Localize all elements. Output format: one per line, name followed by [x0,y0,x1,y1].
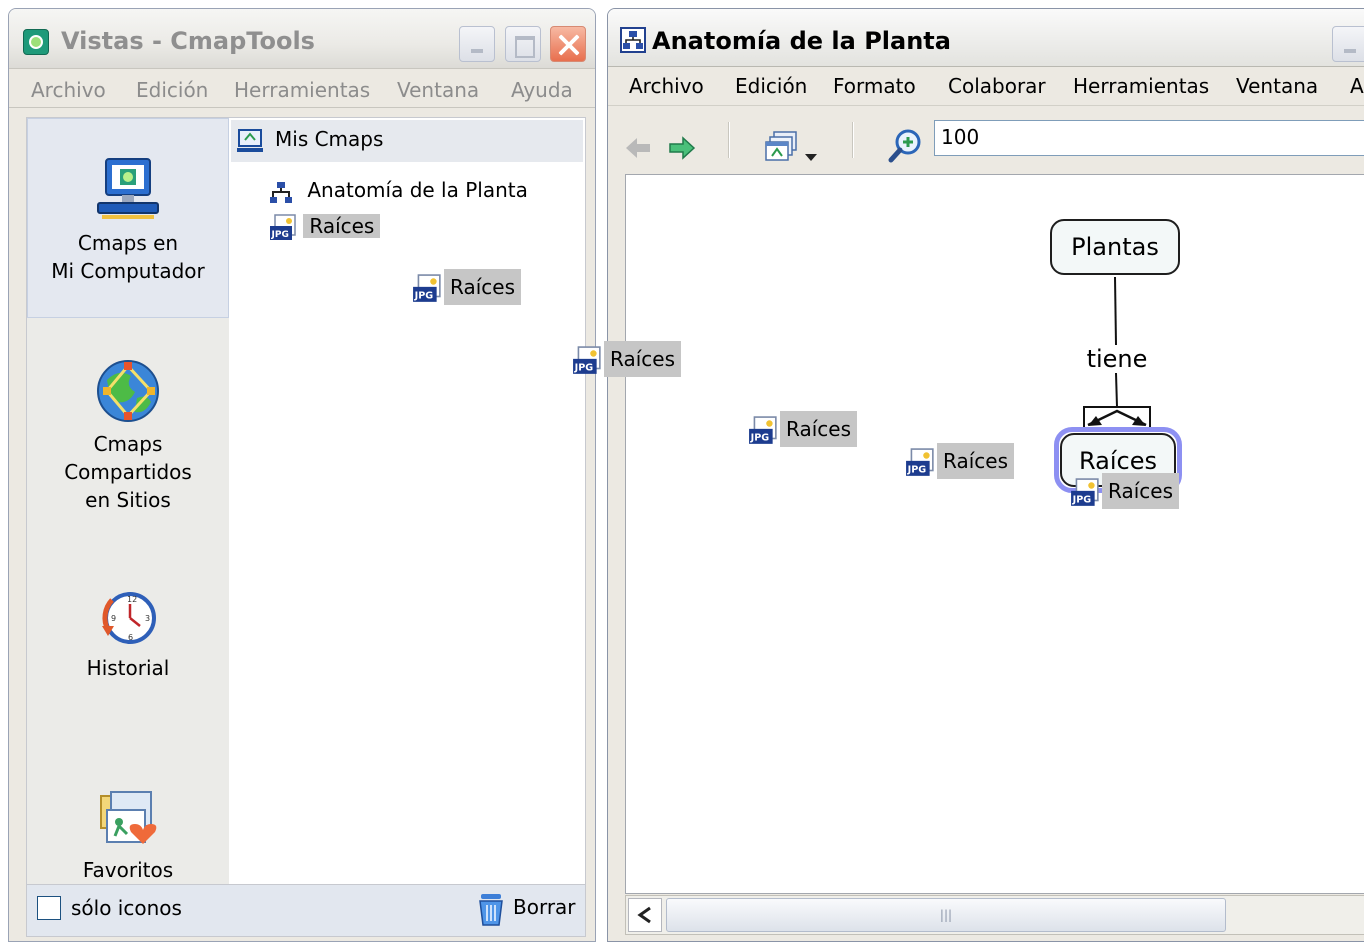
minimize-button[interactable] [459,26,495,62]
drag-ghost-raices: JPG Raíces [905,443,1014,479]
drag-ghost-raices: JPG Raíces [748,411,857,447]
cmap-file-icon [269,180,293,204]
menu-ventana[interactable]: Ventana [397,78,479,102]
tree-item-anatomia[interactable]: Anatomía de la Planta [269,172,528,208]
nav-my-computer-label: Cmaps en [77,231,179,255]
concept-map-canvas[interactable]: Plantas tiene Raíces [625,174,1364,894]
svg-text:JPG: JPG [271,230,289,240]
tree-root-label: Mis Cmaps [275,127,384,151]
svg-text:9: 9 [111,614,116,623]
computer-icon [96,157,160,223]
menu-edicion[interactable]: Edición [735,74,807,98]
jpg-file-icon: JPG [412,273,442,304]
delete-label: Borrar [513,895,576,919]
menu-bar: Archivo Edición Formato Colaborar Herram… [608,68,1364,104]
maximize-button[interactable] [505,26,541,62]
menu-herramientas[interactable]: Herramientas [1073,74,1209,98]
view-options-dropdown[interactable] [764,130,824,166]
cmap-tree: Mis Cmaps Anatomía de la Planta JPG Raíc… [229,118,585,884]
delete-button[interactable]: Borrar [477,891,581,929]
views-window: Vistas - CmapTools Archivo Edición Herra… [8,8,596,942]
svg-text:JPG: JPG [750,432,770,443]
drag-ghost-raices: JPG Raíces [412,269,521,305]
menu-archivo[interactable]: Archivo [629,74,704,98]
svg-text:6: 6 [128,633,133,642]
nav-my-computer-label-2: Mi Computador [51,259,205,283]
concept-plantas[interactable]: Plantas [1050,219,1180,275]
tree-item-raices[interactable]: JPG Raíces [269,208,381,244]
svg-text:JPG: JPG [414,290,434,301]
icons-only-label: sólo iconos [71,896,182,920]
drag-ghost-label: Raíces [444,269,521,305]
menu-herramientas[interactable]: Herramientas [234,78,370,102]
jpg-file-icon: JPG [905,447,935,478]
favorites-folder-icon [97,788,159,850]
close-button[interactable] [550,26,586,62]
svg-text:JPG: JPG [907,464,927,475]
nav-my-computer[interactable]: Cmaps en Mi Computador [27,118,229,318]
scroll-left-button[interactable] [628,898,662,932]
nav-shared-label-2: en Sitios [85,488,171,512]
drag-ghost-raices: JPG Raíces [1070,473,1179,509]
scroll-thumb[interactable]: ||| [666,898,1226,932]
drag-ghost-label: Raíces [1102,473,1179,509]
clock-history-icon: 12 3 6 9 [98,586,158,648]
zoom-level-input[interactable]: 100 [934,120,1364,156]
svg-text:3: 3 [145,614,150,623]
window-stack-icon [764,130,800,166]
jpg-file-icon: JPG [572,345,602,376]
menu-more[interactable]: A [1350,74,1364,98]
zoom-in-icon[interactable] [888,128,924,164]
horizontal-scrollbar[interactable]: ||| [625,895,1364,935]
icons-only-checkbox[interactable] [37,896,61,920]
menu-bar: Archivo Edición Herramientas Ventana Ayu… [9,70,595,108]
linking-phrase-tiene[interactable]: tiene [1080,345,1154,373]
globe-network-icon [95,358,161,424]
drag-ghost-label: Raíces [780,411,857,447]
nav-history-label: Historial [86,656,170,680]
svg-text:JPG: JPG [574,362,594,373]
drag-ghost-label: Raíces [604,341,681,377]
forward-arrow-icon[interactable] [668,134,696,162]
drag-ghost-raices: JPG Raíces [572,341,681,377]
views-nav: Cmaps en Mi Computador Cmaps Compartidos… [27,118,229,884]
title-bar[interactable]: Vistas - CmapTools [9,9,595,69]
window-title: Vistas - CmapTools [61,27,315,55]
views-panel: Cmaps en Mi Computador Cmaps Compartidos… [26,117,586,885]
svg-text:12: 12 [127,595,137,604]
views-footer: sólo iconos Borrar [26,885,586,937]
jpg-file-icon: JPG [748,415,778,446]
trash-icon [477,893,505,927]
svg-text:JPG: JPG [1072,494,1092,505]
jpg-file-icon: JPG [1070,477,1100,508]
window-title: Anatomía de la Planta [652,27,951,55]
my-cmaps-icon [237,128,263,154]
menu-formato[interactable]: Formato [833,74,916,98]
nav-shared-label: Cmaps Compartidos [64,432,192,484]
chevron-down-icon [804,144,818,161]
toolbar: 100 [608,105,1364,171]
drag-ghost-label: Raíces [937,443,1014,479]
connector-lines [1083,276,1151,430]
tree-root-row[interactable]: Mis Cmaps [231,120,583,162]
tree-item-label: Raíces [303,214,381,238]
menu-ayuda[interactable]: Ayuda [511,78,573,102]
back-arrow-icon[interactable] [624,134,652,162]
nav-favorites[interactable]: Favoritos [27,788,229,888]
nav-shared-sites[interactable]: Cmaps Compartidos en Sitios [27,358,229,512]
menu-colaborar[interactable]: Colaborar [948,74,1046,98]
jpg-file-icon: JPG [269,213,297,242]
cmaptools-app-icon [23,29,49,55]
title-bar[interactable]: Anatomía de la Planta [608,9,1364,67]
menu-ventana[interactable]: Ventana [1236,74,1318,98]
nav-history[interactable]: 12 3 6 9 Historial [27,586,229,686]
minimize-button[interactable] [1332,26,1364,62]
cmap-file-icon [620,27,646,53]
menu-archivo[interactable]: Archivo [31,78,106,102]
nav-favorites-label: Favoritos [82,858,174,882]
tree-item-label: Anatomía de la Planta [307,178,528,202]
menu-edicion[interactable]: Edición [136,78,208,102]
